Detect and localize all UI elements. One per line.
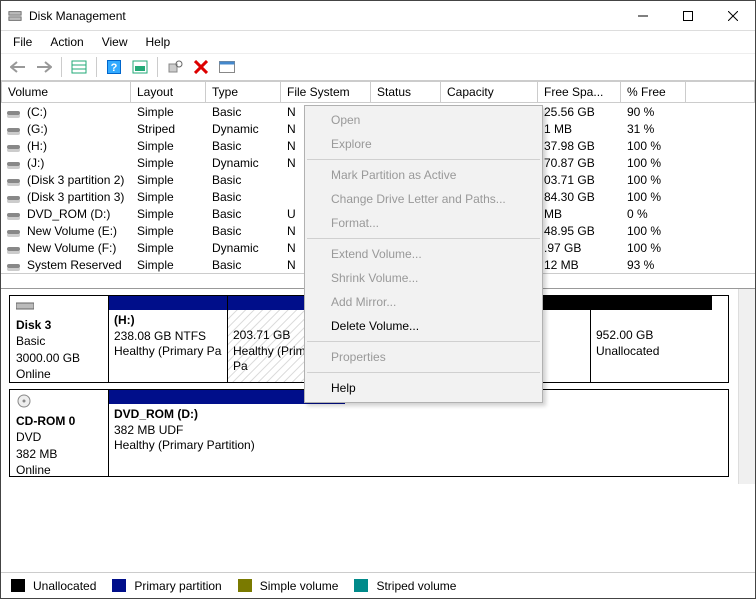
maximize-button[interactable] xyxy=(665,1,710,30)
forward-button[interactable] xyxy=(32,56,56,78)
disk-size: 382 MB xyxy=(16,446,102,462)
app-icon xyxy=(7,8,23,24)
column-free-space[interactable]: Free Spa... xyxy=(538,81,621,103)
partition-size: 238.08 GB NTFS xyxy=(114,329,222,345)
column-volume[interactable]: Volume xyxy=(1,81,131,103)
volume-list-header: Volume Layout Type File System Status Ca… xyxy=(1,81,755,103)
disk-type: Basic xyxy=(16,333,102,349)
ctx-change-drive-letter[interactable]: Change Drive Letter and Paths... xyxy=(305,187,542,211)
disk-name: Disk 3 xyxy=(16,317,102,333)
ctx-delete-volume[interactable]: Delete Volume... xyxy=(305,314,542,338)
column-capacity[interactable]: Capacity xyxy=(441,81,538,103)
column-end[interactable] xyxy=(686,81,755,103)
disk-status: Online xyxy=(16,366,102,382)
ctx-extend-volume[interactable]: Extend Volume... xyxy=(305,242,542,266)
partition-size: 952.00 GB xyxy=(596,328,707,344)
volume-icon xyxy=(7,191,23,203)
close-button[interactable] xyxy=(710,1,755,30)
context-menu: Open Explore Mark Partition as Active Ch… xyxy=(304,105,543,403)
partition-status: Healthy (Primary Partition) xyxy=(114,438,340,454)
volume-icon xyxy=(7,140,23,152)
column-filesystem[interactable]: File System xyxy=(281,81,371,103)
titlebar: Disk Management xyxy=(1,1,755,31)
volume-icon xyxy=(7,208,23,220)
disk-info[interactable]: CD-ROM 0 DVD 382 MB Online xyxy=(10,390,109,476)
delete-button[interactable] xyxy=(189,56,213,78)
column-type[interactable]: Type xyxy=(206,81,281,103)
legend-unallocated: Unallocated xyxy=(33,579,96,593)
ctx-add-mirror[interactable]: Add Mirror... xyxy=(305,290,542,314)
menu-action[interactable]: Action xyxy=(42,33,93,51)
disk-size: 3000.00 GB xyxy=(16,350,102,366)
list-view-button[interactable] xyxy=(67,56,91,78)
legend-simple: Simple volume xyxy=(260,579,339,593)
disk-name: CD-ROM 0 xyxy=(16,413,102,429)
partition[interactable]: 952.00 GBUnallocated xyxy=(590,296,712,382)
legend-swatch-unallocated xyxy=(11,579,25,592)
menu-view[interactable]: View xyxy=(94,33,138,51)
ctx-shrink-volume[interactable]: Shrink Volume... xyxy=(305,266,542,290)
disk-info[interactable]: Disk 3 Basic 3000.00 GB Online xyxy=(10,296,109,382)
legend-striped: Striped volume xyxy=(376,579,456,593)
legend-swatch-primary xyxy=(112,579,126,592)
partition-name: (H:) xyxy=(114,313,222,329)
properties-button[interactable] xyxy=(215,56,239,78)
ctx-mark-active[interactable]: Mark Partition as Active xyxy=(305,163,542,187)
legend-primary: Primary partition xyxy=(134,579,221,593)
legend: Unallocated Primary partition Simple vol… xyxy=(1,572,755,598)
legend-swatch-striped xyxy=(354,579,368,592)
settings-button[interactable] xyxy=(163,56,187,78)
partition-status: Unallocated xyxy=(596,344,707,360)
menubar: File Action View Help xyxy=(1,31,755,53)
column-layout[interactable]: Layout xyxy=(131,81,206,103)
partition-status: Healthy (Primary Pa xyxy=(114,344,222,360)
volume-icon xyxy=(7,174,23,186)
partition-name: DVD_ROM (D:) xyxy=(114,407,340,423)
volume-icon xyxy=(7,106,23,118)
ctx-properties[interactable]: Properties xyxy=(305,345,542,369)
window-title: Disk Management xyxy=(29,9,620,23)
graph-view-button[interactable] xyxy=(128,56,152,78)
ctx-help[interactable]: Help xyxy=(305,376,542,400)
column-status[interactable]: Status xyxy=(371,81,441,103)
volume-icon xyxy=(7,242,23,254)
volume-icon xyxy=(7,123,23,135)
toolbar: ? xyxy=(1,53,755,81)
minimize-button[interactable] xyxy=(620,1,665,30)
menu-help[interactable]: Help xyxy=(138,33,181,51)
cdrom-icon xyxy=(16,394,102,412)
back-button[interactable] xyxy=(6,56,30,78)
volume-icon xyxy=(7,259,23,271)
menu-file[interactable]: File xyxy=(5,33,42,51)
disk-type: DVD xyxy=(16,429,102,445)
volume-icon xyxy=(7,157,23,169)
legend-swatch-simple xyxy=(238,579,252,592)
disk-icon xyxy=(16,300,102,316)
ctx-format[interactable]: Format... xyxy=(305,211,542,235)
partition[interactable]: (H:)238.08 GB NTFSHealthy (Primary Pa xyxy=(109,296,227,382)
volume-icon xyxy=(7,225,23,237)
ctx-open[interactable]: Open xyxy=(305,108,542,132)
vertical-scrollbar[interactable] xyxy=(738,289,755,484)
ctx-explore[interactable]: Explore xyxy=(305,132,542,156)
partition-header xyxy=(591,296,712,310)
svg-text:?: ? xyxy=(111,62,118,74)
disk-status: Online xyxy=(16,462,102,478)
partition-header xyxy=(109,296,227,310)
help-button[interactable]: ? xyxy=(102,56,126,78)
column-pct-free[interactable]: % Free xyxy=(621,81,686,103)
partition-size: 382 MB UDF xyxy=(114,423,340,439)
